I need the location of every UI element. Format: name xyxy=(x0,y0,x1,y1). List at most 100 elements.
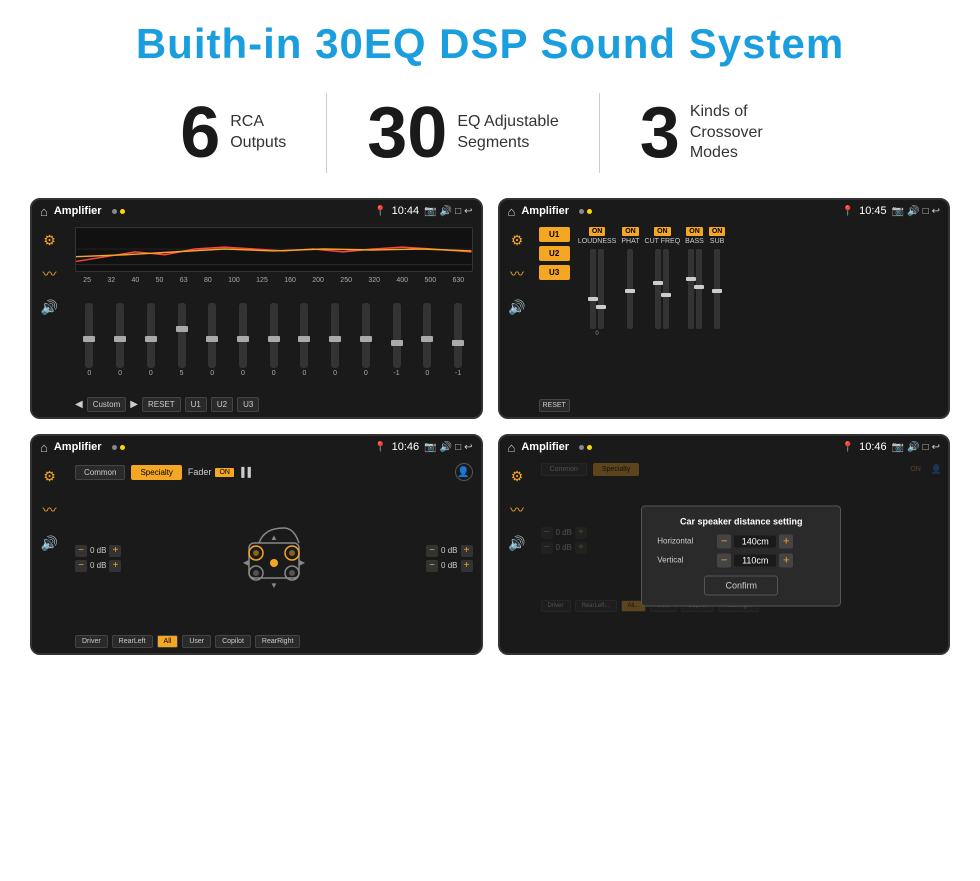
home-icon-3[interactable]: ⌂ xyxy=(40,440,48,455)
btn-rearright[interactable]: RearRight xyxy=(255,635,301,648)
dialog-minus-horizontal[interactable]: − xyxy=(717,534,731,548)
bass-track-1[interactable] xyxy=(688,249,694,329)
fader-minus-4[interactable]: − xyxy=(426,560,438,572)
fader-minus-2[interactable]: − xyxy=(75,560,87,572)
u2-btn-1[interactable]: U2 xyxy=(211,397,233,412)
custom-btn[interactable]: Custom xyxy=(87,397,127,412)
loudness-val: 0 xyxy=(595,331,598,337)
fader-plus-3[interactable]: + xyxy=(461,545,473,557)
u1-btn-1[interactable]: U1 xyxy=(185,397,207,412)
tab-specialty[interactable]: Specialty xyxy=(131,465,181,480)
btn-rearleft[interactable]: RearLeft xyxy=(112,635,153,648)
dsp-col-bass: ON BASS xyxy=(685,227,704,329)
btn-all[interactable]: All xyxy=(157,635,179,648)
tab-common[interactable]: Common xyxy=(75,465,125,480)
bass-track-2[interactable] xyxy=(696,249,702,329)
cutfreq-track-1[interactable] xyxy=(655,249,661,329)
slider-track-3[interactable] xyxy=(147,303,155,368)
stat-label-eq: EQ AdjustableSegments xyxy=(457,112,558,154)
slider-val-3: 0 xyxy=(149,370,153,377)
confirm-button[interactable]: Confirm xyxy=(704,575,778,595)
fader-minus-1[interactable]: − xyxy=(75,545,87,557)
volume-icon-1: 🔊 xyxy=(440,206,452,217)
svg-text:▶: ▶ xyxy=(299,558,306,567)
volume-icon-3: 🔊 xyxy=(440,442,452,453)
fader-plus-2[interactable]: + xyxy=(109,560,121,572)
reset-btn-1[interactable]: RESET xyxy=(142,397,181,412)
screens-grid: ⌂ Amplifier 📍 10:44 📷 🔊 □ ↩ xyxy=(30,198,950,655)
eq-icon[interactable]: ⚙ xyxy=(43,232,56,249)
slider-track-10[interactable] xyxy=(362,303,370,368)
u3-btn-1[interactable]: U3 xyxy=(237,397,259,412)
slider-track-13[interactable] xyxy=(454,303,462,368)
back-icon-4[interactable]: ↩ xyxy=(932,442,940,453)
prev-arrow[interactable]: ◀ xyxy=(75,399,83,410)
camera-icon-1: 📷 xyxy=(424,206,436,217)
loudness-track-2[interactable] xyxy=(598,249,604,329)
fader-left: − 0 dB + − 0 dB + xyxy=(75,485,121,631)
home-icon-1[interactable]: ⌂ xyxy=(40,204,48,219)
speaker-icon-3[interactable]: 🔊 xyxy=(41,535,58,552)
dot-7 xyxy=(579,445,584,450)
home-icon-4[interactable]: ⌂ xyxy=(508,440,516,455)
back-icon-1[interactable]: ↩ xyxy=(464,206,472,217)
fader-header-row: Common Specialty Fader ON ▐▐ 👤 xyxy=(75,463,473,481)
eq-icon-2[interactable]: ⚙ xyxy=(511,232,524,249)
wave-icon-3[interactable]: 〰 xyxy=(43,500,57,520)
speaker-icon-4[interactable]: 🔊 xyxy=(508,535,525,552)
speaker-icon[interactable]: 🔊 xyxy=(41,299,58,316)
slider-track-1[interactable] xyxy=(85,303,93,368)
back-icon-2[interactable]: ↩ xyxy=(932,206,940,217)
cutfreq-track-2[interactable] xyxy=(663,249,669,329)
eq-main: 25 32 40 50 63 80 100 125 160 200 250 32… xyxy=(67,222,481,417)
btn-driver[interactable]: Driver xyxy=(75,635,108,648)
btn-copilot[interactable]: Copilot xyxy=(215,635,251,648)
eq-icon-3[interactable]: ⚙ xyxy=(43,468,56,485)
loudness-track-1[interactable] xyxy=(590,249,596,329)
sub-sliders xyxy=(714,249,720,329)
next-arrow[interactable]: ▶ xyxy=(130,399,138,410)
slider-track-5[interactable] xyxy=(208,303,216,368)
wave-icon-4[interactable]: 〰 xyxy=(510,500,524,520)
slider-track-9[interactable] xyxy=(331,303,339,368)
btn-user[interactable]: User xyxy=(182,635,211,648)
slider-track-4[interactable] xyxy=(178,303,186,368)
slider-track-2[interactable] xyxy=(116,303,124,368)
phat-track-1[interactable] xyxy=(627,249,633,329)
slider-track-6[interactable] xyxy=(239,303,247,368)
svg-text:▼: ▼ xyxy=(270,581,278,590)
fader-plus-4[interactable]: + xyxy=(461,560,473,572)
dot-2 xyxy=(120,209,125,214)
fader-sidebar: ⚙ 〰 🔊 xyxy=(32,458,67,653)
dialog-stepper-horizontal: − 140cm + xyxy=(717,534,793,548)
freq-50: 50 xyxy=(156,277,164,284)
speaker-icon-2[interactable]: 🔊 xyxy=(508,299,525,316)
stat-label-crossover: Kinds ofCrossover Modes xyxy=(690,102,800,164)
reset-btn-2[interactable]: RESET xyxy=(539,399,570,412)
back-icon-3[interactable]: ↩ xyxy=(464,442,472,453)
wave-icon[interactable]: 〰 xyxy=(43,264,57,284)
dot-8 xyxy=(587,445,592,450)
location-icon-2: 📍 xyxy=(842,206,854,217)
slider-track-12[interactable] xyxy=(423,303,431,368)
sub-track-1[interactable] xyxy=(714,249,720,329)
dialog-stepper-vertical: − 110cm + xyxy=(717,553,793,567)
home-icon-2[interactable]: ⌂ xyxy=(508,204,516,219)
fader-minus-3[interactable]: − xyxy=(426,545,438,557)
preset-u1[interactable]: U1 xyxy=(539,227,570,242)
eq-screen: ⚙ 〰 🔊 25 32 xyxy=(32,222,481,417)
preset-u2[interactable]: U2 xyxy=(539,246,570,261)
dialog-label-vertical: Vertical xyxy=(657,556,712,565)
wave-icon-2[interactable]: 〰 xyxy=(510,264,524,284)
fader-plus-1[interactable]: + xyxy=(109,545,121,557)
slider-col-8: 0 xyxy=(300,303,308,377)
slider-track-8[interactable] xyxy=(300,303,308,368)
eq-icon-4[interactable]: ⚙ xyxy=(511,468,524,485)
dialog-minus-vertical[interactable]: − xyxy=(717,553,731,567)
slider-track-11[interactable] xyxy=(393,303,401,368)
dialog-plus-vertical[interactable]: + xyxy=(779,553,793,567)
slider-track-7[interactable] xyxy=(270,303,278,368)
app-name-3: Amplifier xyxy=(54,441,102,453)
preset-u3[interactable]: U3 xyxy=(539,265,570,280)
dialog-plus-horizontal[interactable]: + xyxy=(779,534,793,548)
